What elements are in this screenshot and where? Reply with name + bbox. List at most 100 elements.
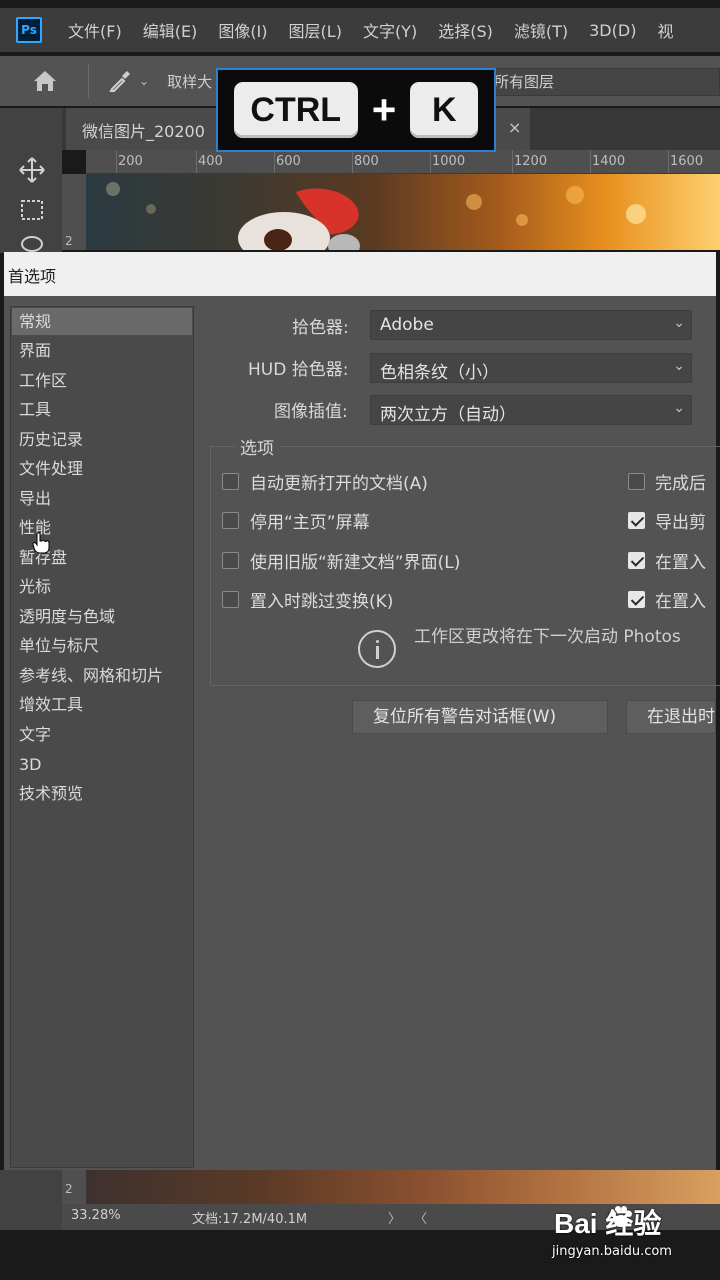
preferences-dialog: 常规 界面 工作区 工具 历史记录 文件处理 导出 性能 暂存盘 光标 透明度与…: [4, 296, 720, 1170]
sidebar-item-guides-grid[interactable]: 参考线、网格和切片: [12, 662, 192, 689]
sample-layers-value: 所有图层: [494, 72, 555, 91]
menu-view[interactable]: 视: [657, 18, 673, 42]
dialog-title: 首选项: [8, 267, 57, 286]
auto-update-checkbox[interactable]: [222, 473, 239, 490]
menu-edit[interactable]: 编辑(E): [143, 18, 198, 42]
place-option-1-checkbox[interactable]: [628, 552, 645, 569]
ruler-tick: [512, 150, 513, 173]
color-picker-value: Adobe: [380, 315, 434, 335]
zoom-level[interactable]: 33.28%: [71, 1208, 121, 1223]
menu-bar: Ps 文件(F) 编辑(E) 图像(I) 图层(L) 文字(Y) 选择(S) 滤…: [0, 8, 720, 52]
place-option-2-label[interactable]: 在置入: [655, 587, 706, 612]
sidebar-item-file-handling[interactable]: 文件处理: [12, 455, 192, 482]
menu-file[interactable]: 文件(F): [68, 18, 122, 42]
info-icon: [358, 630, 396, 668]
reset-warnings-button[interactable]: 复位所有警告对话框(W): [352, 700, 608, 734]
sidebar-item-plugins[interactable]: 增效工具: [12, 691, 192, 718]
place-option-2-checkbox[interactable]: [628, 591, 645, 608]
ruler-mark: 1000: [432, 154, 466, 169]
sidebar-item-type[interactable]: 文字: [12, 721, 192, 748]
ruler-tick: [352, 150, 353, 173]
hud-picker-label: HUD 拾色器:: [248, 360, 349, 380]
sidebar-item-history[interactable]: 历史记录: [12, 426, 192, 453]
home-icon[interactable]: [30, 66, 60, 96]
hud-picker-value: 色相条纹（小）: [380, 363, 499, 383]
sidebar-item-transparency[interactable]: 透明度与色域: [12, 603, 192, 630]
dialog-title-bar[interactable]: 首选项: [4, 252, 716, 296]
menu-3d[interactable]: 3D(D): [589, 21, 636, 40]
skip-transform-label[interactable]: 置入时跳过变换(K): [250, 587, 393, 612]
menu-layer[interactable]: 图层(L): [289, 18, 342, 42]
interpolation-value: 两次立方（自动）: [380, 405, 516, 425]
plus-sign: +: [371, 86, 397, 133]
interpolation-select[interactable]: 两次立方（自动） ⌄: [370, 395, 692, 425]
ruler-tick: [116, 150, 117, 173]
move-tool-icon[interactable]: [18, 156, 46, 184]
chevron-down-icon: ⌄: [673, 315, 685, 331]
sidebar-item-tech-previews[interactable]: 技术预览: [12, 780, 192, 807]
place-option-1-label[interactable]: 在置入: [655, 548, 706, 573]
bokeh-dot: [516, 214, 528, 226]
sidebar-item-units-rulers[interactable]: 单位与标尺: [12, 632, 192, 659]
skip-transform-checkbox[interactable]: [222, 591, 239, 608]
horizontal-ruler: 200 400 600 800 1000 1200 1400 1600: [86, 150, 720, 174]
beep-when-done-label[interactable]: 完成后: [655, 469, 706, 494]
disable-home-label[interactable]: 停用“主页”屏幕: [250, 508, 370, 533]
ruler-mark: 1200: [514, 154, 548, 169]
ruler-tick: [274, 150, 275, 173]
hud-picker-select[interactable]: 色相条纹（小） ⌄: [370, 353, 692, 383]
close-icon[interactable]: ×: [508, 118, 521, 137]
shortcut-overlay: CTRL + K: [216, 68, 496, 152]
ruler-tick: [196, 150, 197, 173]
beep-when-done-checkbox[interactable]: [628, 473, 645, 490]
canvas-image-bottom[interactable]: [62, 1170, 720, 1204]
tools-panel: [0, 108, 62, 253]
auto-update-label[interactable]: 自动更新打开的文档(A): [250, 469, 428, 494]
sample-size-label[interactable]: 取样大: [167, 71, 212, 92]
disable-home-checkbox[interactable]: [222, 512, 239, 529]
sidebar-item-cursors[interactable]: 光标: [12, 573, 192, 600]
toy-figure-image: [238, 188, 360, 250]
vertical-ruler-mark: 2: [65, 1182, 73, 1196]
reset-on-quit-button[interactable]: 在退出时: [626, 700, 716, 734]
menu-image[interactable]: 图像(I): [218, 18, 267, 42]
vertical-ruler-mark: 2: [65, 234, 73, 248]
export-clipboard-checkbox[interactable]: [628, 512, 645, 529]
bokeh-dot: [566, 186, 584, 204]
preferences-sidebar: 常规 界面 工作区 工具 历史记录 文件处理 导出 性能 暂存盘 光标 透明度与…: [10, 306, 194, 1168]
hand-cursor-icon: [32, 532, 50, 554]
bokeh-dot: [106, 182, 120, 196]
menu-type[interactable]: 文字(Y): [363, 18, 417, 42]
document-size: 文档:17.2M/40.1M: [192, 1212, 308, 1227]
color-picker-select[interactable]: Adobe ⌄: [370, 310, 692, 340]
ruler-mark: 400: [198, 154, 223, 169]
sidebar-item-export[interactable]: 导出: [12, 485, 192, 512]
screen: Ps 文件(F) 编辑(E) 图像(I) 图层(L) 文字(Y) 选择(S) 滤…: [0, 0, 720, 1280]
ruler-mark: 1600: [670, 154, 704, 169]
export-clipboard-label[interactable]: 导出剪: [655, 508, 706, 533]
vertical-ruler: 2: [62, 174, 86, 250]
ruler-tick: [590, 150, 591, 173]
info-text: 工作区更改将在下一次启动 Photos: [414, 627, 681, 647]
marquee-tool-icon[interactable]: [18, 196, 46, 224]
sidebar-item-tools[interactable]: 工具: [12, 396, 192, 423]
sidebar-item-workspace[interactable]: 工作区: [12, 367, 192, 394]
divider: [88, 64, 89, 98]
canvas-image[interactable]: [86, 174, 720, 250]
chevron-right-icon[interactable]: 〉: [388, 1208, 401, 1227]
options-legend: 选项: [234, 434, 280, 459]
ruler-mark: 1400: [592, 154, 626, 169]
chevron-left-icon[interactable]: 〈: [414, 1208, 427, 1227]
vertical-ruler-bottom: 2: [62, 1170, 86, 1204]
menu-select[interactable]: 选择(S): [438, 18, 493, 42]
sidebar-item-interface[interactable]: 界面: [12, 337, 192, 364]
legacy-new-doc-checkbox[interactable]: [222, 552, 239, 569]
ctrl-key: CTRL: [233, 82, 358, 138]
sidebar-item-3d[interactable]: 3D: [12, 751, 192, 778]
k-key: K: [410, 82, 479, 138]
legacy-new-doc-label[interactable]: 使用旧版“新建文档”界面(L): [250, 548, 460, 573]
sidebar-item-general[interactable]: 常规: [12, 308, 192, 335]
chevron-down-icon[interactable]: ⌄: [139, 74, 149, 88]
menu-filter[interactable]: 滤镜(T): [514, 18, 568, 42]
eyedropper-icon[interactable]: [107, 68, 133, 94]
